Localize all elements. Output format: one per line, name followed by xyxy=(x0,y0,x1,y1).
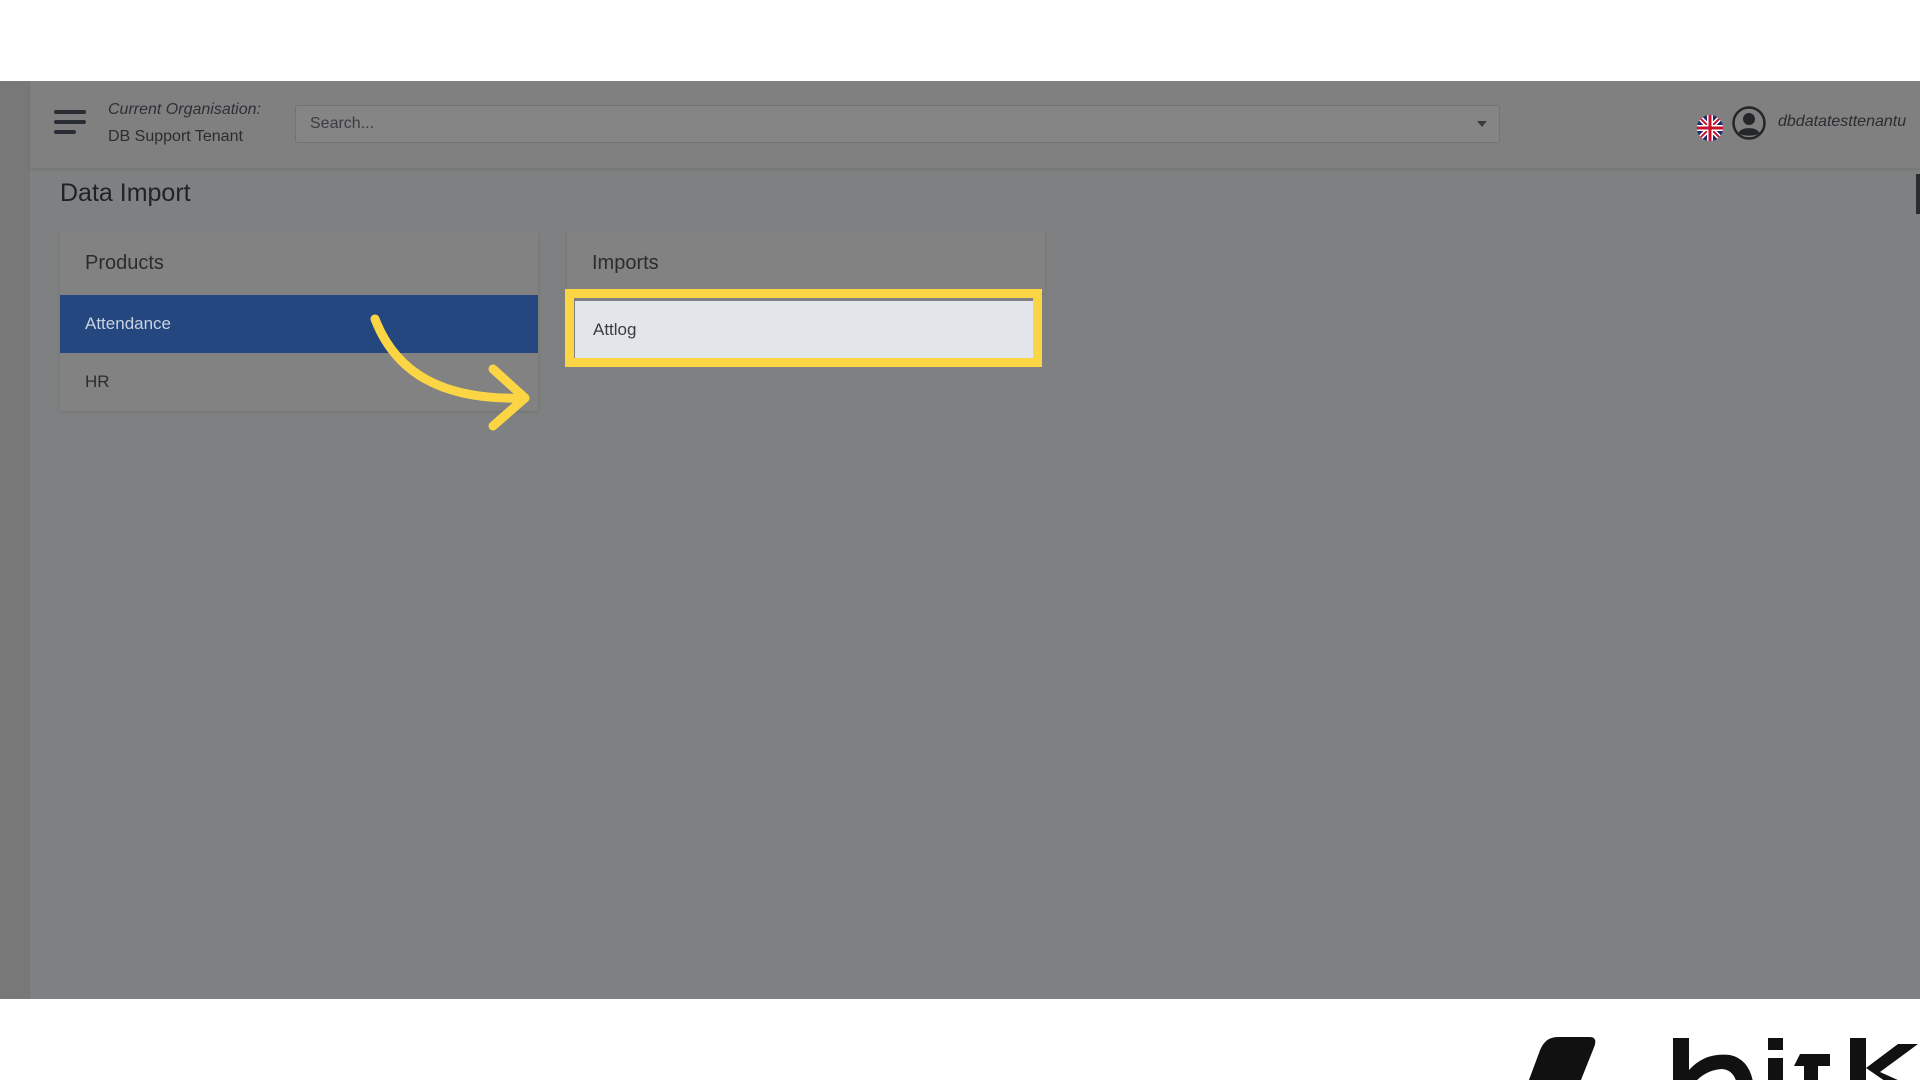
current-organisation-name[interactable]: DB Support Tenant xyxy=(108,128,243,146)
app-window: Current Organisation: DB Support Tenant xyxy=(0,81,1920,999)
top-bar: Current Organisation: DB Support Tenant xyxy=(30,81,1920,168)
imports-panel: Imports xyxy=(567,231,1045,293)
search-box[interactable] xyxy=(295,105,1500,143)
hamburger-menu-icon[interactable] xyxy=(54,108,86,136)
left-sidebar-strip xyxy=(0,81,30,999)
side-panel-handle[interactable] xyxy=(1916,174,1920,214)
page-title: Data Import xyxy=(60,179,191,207)
annotation-arrow-icon xyxy=(370,314,530,431)
username-label[interactable]: dbdatatesttenantu xyxy=(1778,113,1906,131)
imports-panel-header: Imports xyxy=(592,252,659,274)
user-avatar-icon[interactable] xyxy=(1732,106,1766,140)
import-item-attlog[interactable]: Attlog xyxy=(575,301,1033,359)
screen: Current Organisation: DB Support Tenant xyxy=(0,0,1920,1080)
chevron-down-icon[interactable] xyxy=(1477,121,1487,127)
current-organisation-label: Current Organisation: xyxy=(108,101,261,118)
products-panel-header: Products xyxy=(85,252,164,274)
brand-logo-icon xyxy=(1528,1037,1918,1080)
uk-flag-icon[interactable] xyxy=(1697,115,1723,141)
search-input[interactable] xyxy=(296,106,1466,142)
